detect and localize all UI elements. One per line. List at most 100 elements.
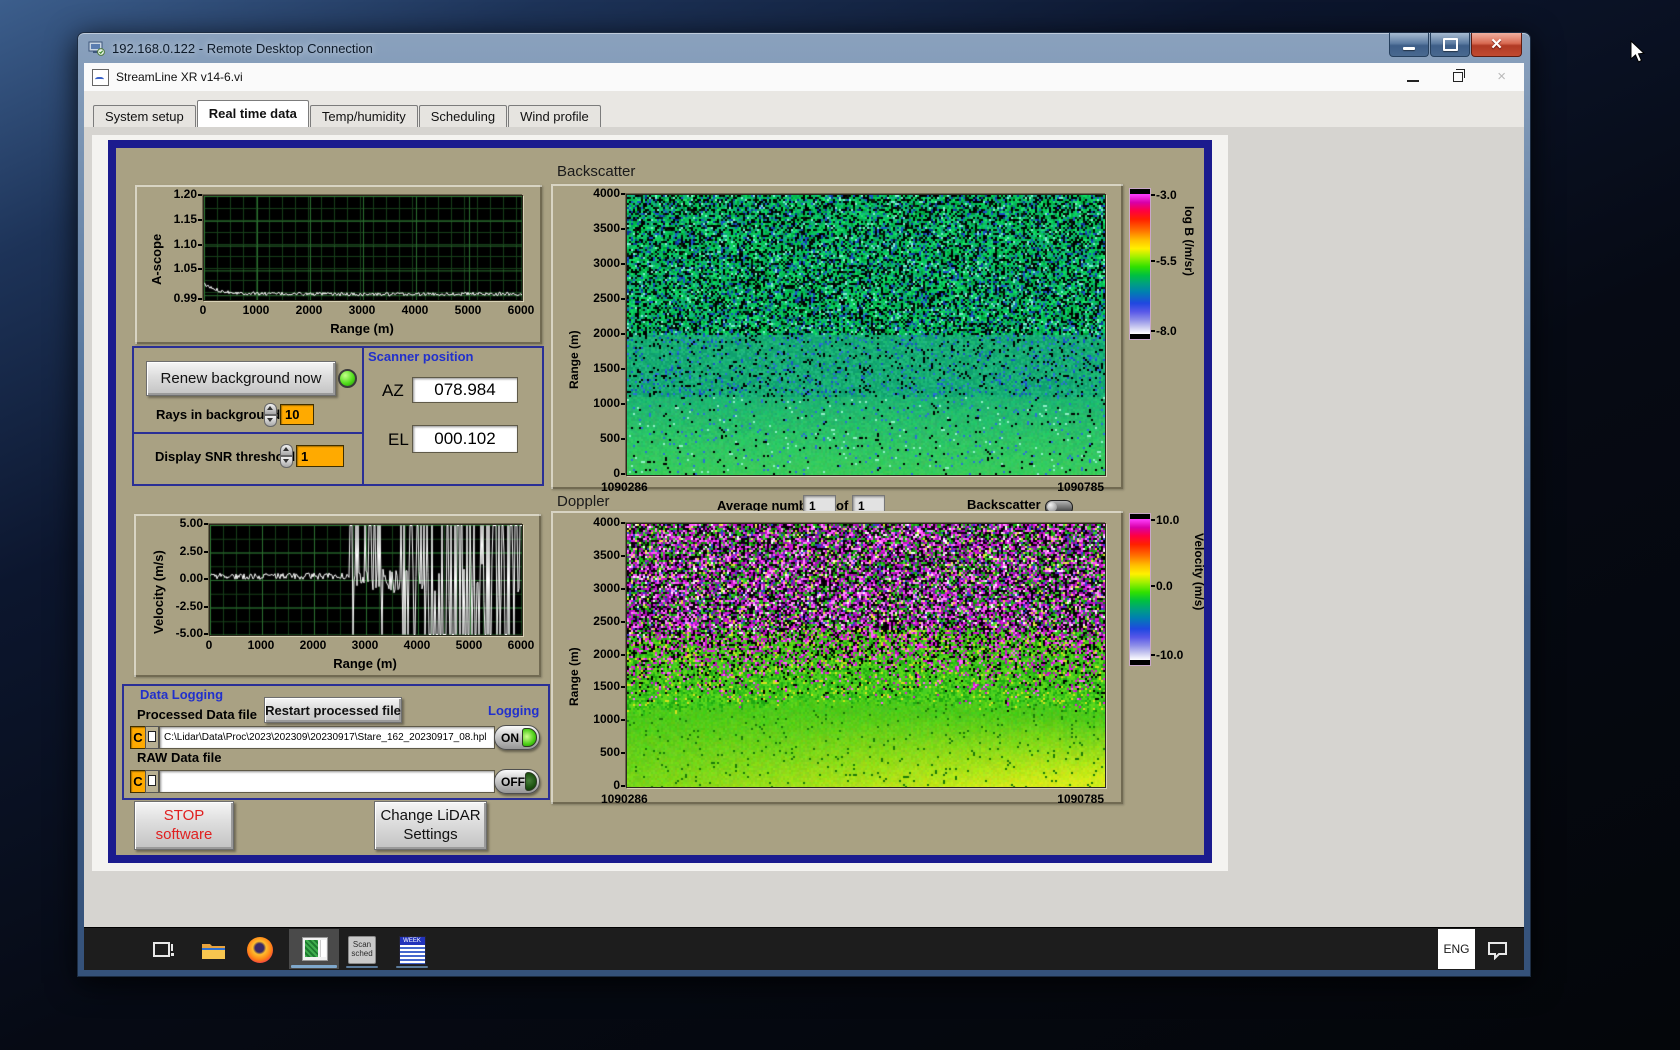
velocity-x-axis-label: Range (m) <box>333 656 397 671</box>
rdp-titlebar[interactable]: 192.168.0.122 - Remote Desktop Connectio… <box>78 33 1530 63</box>
scanner-position-title: Scanner position <box>368 349 474 364</box>
el-label: EL <box>388 430 409 449</box>
tab-system-setup[interactable]: System setup <box>93 105 196 127</box>
tab-scheduling[interactable]: Scheduling <box>418 105 508 127</box>
file-explorer-button[interactable] <box>196 937 232 963</box>
doppler-heatmap <box>626 523 1106 788</box>
app-close-button[interactable]: × <box>1497 69 1506 84</box>
ascope-x-axis-label: Range (m) <box>330 321 394 336</box>
velocity-y-tick: 0.00 <box>179 571 203 585</box>
doppler-colorbar-label: Velocity (m/s) <box>1192 533 1206 611</box>
rdp-minimize-button[interactable] <box>1389 33 1429 57</box>
app-window-title: StreamLine XR v14-6.vi <box>116 70 243 84</box>
rays-value-field[interactable]: 10 <box>280 404 314 425</box>
renew-background-led <box>338 369 357 388</box>
cursor-arrow-icon <box>1630 39 1646 63</box>
rdp-close-button[interactable]: ✕ <box>1471 33 1522 57</box>
restart-processed-file-button[interactable]: Restart processed file <box>264 697 402 723</box>
tab-page-real-time-data: A-scope Range (m) 1.20 1.15 1.10 1.05 0.99 0 1… <box>84 127 1524 928</box>
snr-spinner[interactable] <box>280 444 293 468</box>
mouse-cursor <box>1630 39 1648 71</box>
tab-strip: System setup Real time data Temp/humidit… <box>84 91 1524 127</box>
doppler-y-tick: 2500 <box>593 613 620 628</box>
doppler-y-tick: 4000 <box>593 515 620 529</box>
doppler-x-start: 1090286 <box>601 792 648 806</box>
raw-path-field[interactable] <box>159 770 495 793</box>
firefox-icon <box>247 937 273 963</box>
rdp-maximize-button[interactable] <box>1430 33 1470 57</box>
notification-icon <box>1488 942 1507 961</box>
front-panel-border: A-scope Range (m) 1.20 1.15 1.10 1.05 0.99 0 1… <box>108 140 1212 863</box>
raw-logging-off-button[interactable]: OFF <box>494 769 540 794</box>
velocity-x-tick: 3000 <box>351 638 379 652</box>
rdp-window-controls: ✕ <box>1388 33 1522 57</box>
backscatter-graph: Range (m) 1090286 1090785 4000 3500 3000 25… <box>551 184 1123 494</box>
week-schedule-icon: WEEK <box>398 935 426 965</box>
raw-drive-box[interactable]: C <box>130 770 146 793</box>
doppler-colorbar-tick: -10.0 <box>1156 648 1184 662</box>
week-schedule-button[interactable]: WEEK <box>392 935 432 965</box>
backscatter-y-tick: 1500 <box>593 361 620 375</box>
velocity-x-tick: 1000 <box>247 638 275 652</box>
week-schedule-running-indicator <box>396 966 428 968</box>
processed-data-file-label: Processed Data file <box>137 707 257 722</box>
backscatter-colorbar-tick: -8.0 <box>1156 324 1177 338</box>
doppler-y-tick: 500 <box>599 745 620 760</box>
rdp-client-area: StreamLine XR v14-6.vi × System setup Re… <box>84 63 1524 970</box>
language-indicator[interactable]: ENG <box>1438 929 1475 969</box>
processed-browse-icon[interactable] <box>145 726 159 749</box>
tab-real-time-data[interactable]: Real time data <box>196 100 309 127</box>
ascope-x-tick: 6000 <box>507 303 535 317</box>
doppler-y-tick: 1000 <box>593 712 620 727</box>
processed-logging-on-button[interactable]: ON <box>494 725 540 750</box>
doppler-colorbar-tick: 10.0 <box>1156 513 1180 527</box>
backscatter-heatmap <box>626 194 1106 476</box>
velocity-x-tick: 4000 <box>403 638 431 652</box>
scanner-position-box: Scanner position AZ 078.984 EL 000.102 <box>362 346 544 486</box>
backscatter-y-tick: 1000 <box>593 396 620 410</box>
firefox-button[interactable] <box>242 936 278 964</box>
tab-wind-profile[interactable]: Wind profile <box>508 105 601 127</box>
background-controls-box: Renew background now Rays in background … <box>132 346 364 434</box>
raw-browse-icon[interactable] <box>145 770 159 793</box>
backscatter-y-tick: 3500 <box>593 221 620 235</box>
labview-vi-icon <box>92 68 109 86</box>
change-line2: Settings <box>403 825 458 843</box>
app-minimize-button[interactable] <box>1407 79 1420 82</box>
renew-background-button[interactable]: Renew background now <box>146 361 336 396</box>
scan-scheduler-button[interactable]: Scan sched <box>342 935 382 965</box>
ascope-x-tick: 4000 <box>401 303 429 317</box>
doppler-y-tick: 1500 <box>593 679 620 694</box>
streamline-taskbar-button[interactable] <box>289 929 339 969</box>
minimize-icon <box>1403 46 1415 50</box>
rdp-app-icon <box>88 41 105 56</box>
rdp-window-title: 192.168.0.122 - Remote Desktop Connectio… <box>112 40 373 56</box>
rays-spinner[interactable] <box>264 403 277 427</box>
ascope-plot-area <box>203 195 523 301</box>
app-restore-button[interactable] <box>1453 68 1466 82</box>
velocity-y-tick: 2.50 <box>179 543 203 558</box>
stop-line2: software <box>155 825 213 843</box>
velocity-graph: Velocity (m/s) Range (m) 5.00 2.50 0.00 -2.… <box>134 514 541 677</box>
ascope-x-tick: 1000 <box>242 303 270 317</box>
backscatter-title: Backscatter <box>557 163 636 180</box>
tab-temp-humidity[interactable]: Temp/humidity <box>309 105 418 127</box>
processed-drive-box[interactable]: C <box>130 726 146 749</box>
backscatter-y-tick: 2500 <box>593 291 620 305</box>
streamline-app-icon <box>302 937 328 961</box>
processed-path-field[interactable]: C:\Lidar\Data\Proc\2023\202309\20230917\… <box>159 726 495 749</box>
backscatter-y-tick: 2000 <box>593 326 620 340</box>
notification-center-button[interactable] <box>1486 940 1510 965</box>
close-icon: ✕ <box>1490 36 1503 53</box>
app-titlebar[interactable]: StreamLine XR v14-6.vi × <box>84 63 1524 92</box>
snr-threshold-box: Display SNR threshold 1 <box>132 432 364 486</box>
raw-data-file-label: RAW Data file <box>137 750 222 765</box>
change-lidar-settings-button[interactable]: Change LiDAR Settings <box>374 801 487 850</box>
scan-scheduler-icon: Scan sched <box>348 936 376 964</box>
snr-value-field[interactable]: 1 <box>296 445 344 467</box>
velocity-plot-area <box>209 524 523 636</box>
stop-software-button[interactable]: STOP software <box>134 801 234 850</box>
backscatter-colorbar-tick: -5.5 <box>1156 254 1177 268</box>
on-led-icon <box>522 728 537 747</box>
task-view-button[interactable] <box>146 937 182 963</box>
